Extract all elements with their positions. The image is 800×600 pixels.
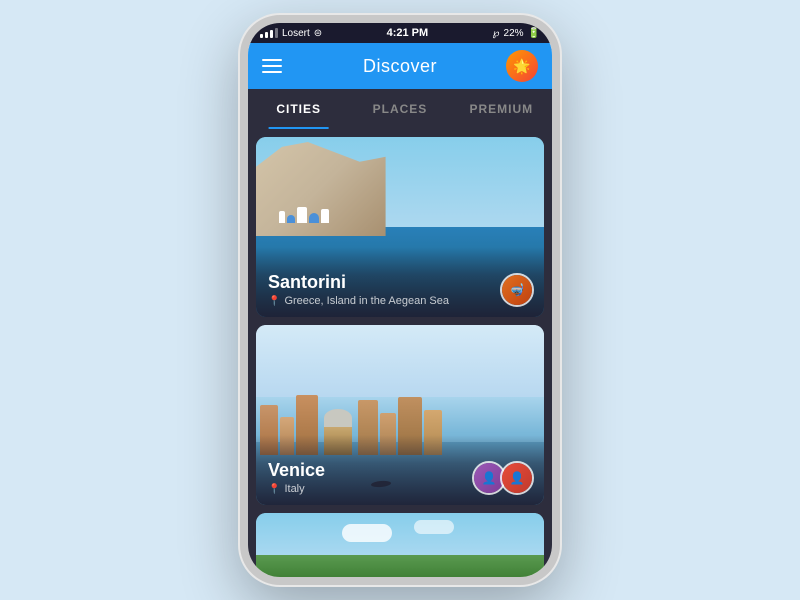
status-right: ℘ 22% 🔋 — [493, 28, 540, 39]
status-bar: Losert ⊜ 4:21 PM ℘ 22% 🔋 — [248, 23, 552, 43]
battery-icon: 🔋 — [528, 28, 540, 39]
venice-sky — [256, 325, 544, 397]
santorini-city-name: Santorini — [268, 272, 532, 293]
city-card-santorini[interactable]: Santorini 📍 Greece, Island in the Aegean… — [256, 137, 544, 317]
venice-avatars: 👤 👤 — [472, 461, 534, 495]
santorini-location: 📍 Greece, Island in the Aegean Sea — [268, 295, 532, 307]
city-card-third[interactable] — [256, 513, 544, 577]
header-title: Discover — [363, 56, 437, 77]
phone-frame: Losert ⊜ 4:21 PM ℘ 22% 🔋 Discover 🌟 CITI… — [240, 15, 560, 585]
tab-places[interactable]: PLACES — [349, 89, 450, 129]
hamburger-line-1 — [262, 59, 282, 61]
tab-navigation: CITIES PLACES PREMIUM — [248, 89, 552, 129]
third-card-image — [256, 513, 544, 577]
santorini-location-text: Greece, Island in the Aegean Sea — [284, 295, 449, 307]
venice-location-pin-icon: 📍 — [268, 484, 280, 495]
wifi-icon: ⊜ — [314, 28, 322, 39]
tab-premium-label: PREMIUM — [469, 102, 533, 116]
third-scene — [256, 513, 544, 577]
venice-avatar-1-icon: 👤 — [482, 471, 497, 485]
carrier-name: Losert — [282, 28, 310, 39]
bluetooth-icon: ℘ — [493, 28, 500, 39]
status-left: Losert ⊜ — [260, 28, 322, 39]
hamburger-line-3 — [262, 71, 282, 73]
status-time: 4:21 PM — [387, 27, 429, 39]
cloud-2 — [414, 520, 454, 534]
santorini-avatars: 🤿 — [500, 273, 534, 307]
third-ground — [256, 555, 544, 577]
santorini-image: Santorini 📍 Greece, Island in the Aegean… — [256, 137, 544, 317]
tab-cities[interactable]: CITIES — [248, 89, 349, 129]
signal-icon — [260, 28, 278, 38]
user-avatar-icon: 🌟 — [513, 58, 530, 75]
cloud-1 — [342, 524, 392, 542]
battery-level: 22% — [504, 28, 524, 39]
third-sky — [256, 513, 544, 555]
tab-places-label: PLACES — [373, 102, 428, 116]
venice-avatar-2: 👤 — [500, 461, 534, 495]
avatar-emoji: 🤿 — [510, 283, 525, 297]
content-area: Santorini 📍 Greece, Island in the Aegean… — [248, 129, 552, 577]
venice-image: Venice 📍 Italy 👤 👤 — [256, 325, 544, 505]
venice-avatar-2-icon: 👤 — [510, 471, 525, 485]
hamburger-button[interactable] — [262, 59, 282, 73]
santorini-avatar-1: 🤿 — [500, 273, 534, 307]
user-avatar-button[interactable]: 🌟 — [506, 50, 538, 82]
location-pin-icon: 📍 — [268, 296, 280, 307]
header: Discover 🌟 — [248, 43, 552, 89]
venice-location-text: Italy — [284, 483, 304, 495]
tab-premium[interactable]: PREMIUM — [451, 89, 552, 129]
white-buildings — [279, 207, 329, 223]
tab-cities-label: CITIES — [276, 102, 321, 116]
hamburger-line-2 — [262, 65, 282, 67]
city-card-venice[interactable]: Venice 📍 Italy 👤 👤 — [256, 325, 544, 505]
